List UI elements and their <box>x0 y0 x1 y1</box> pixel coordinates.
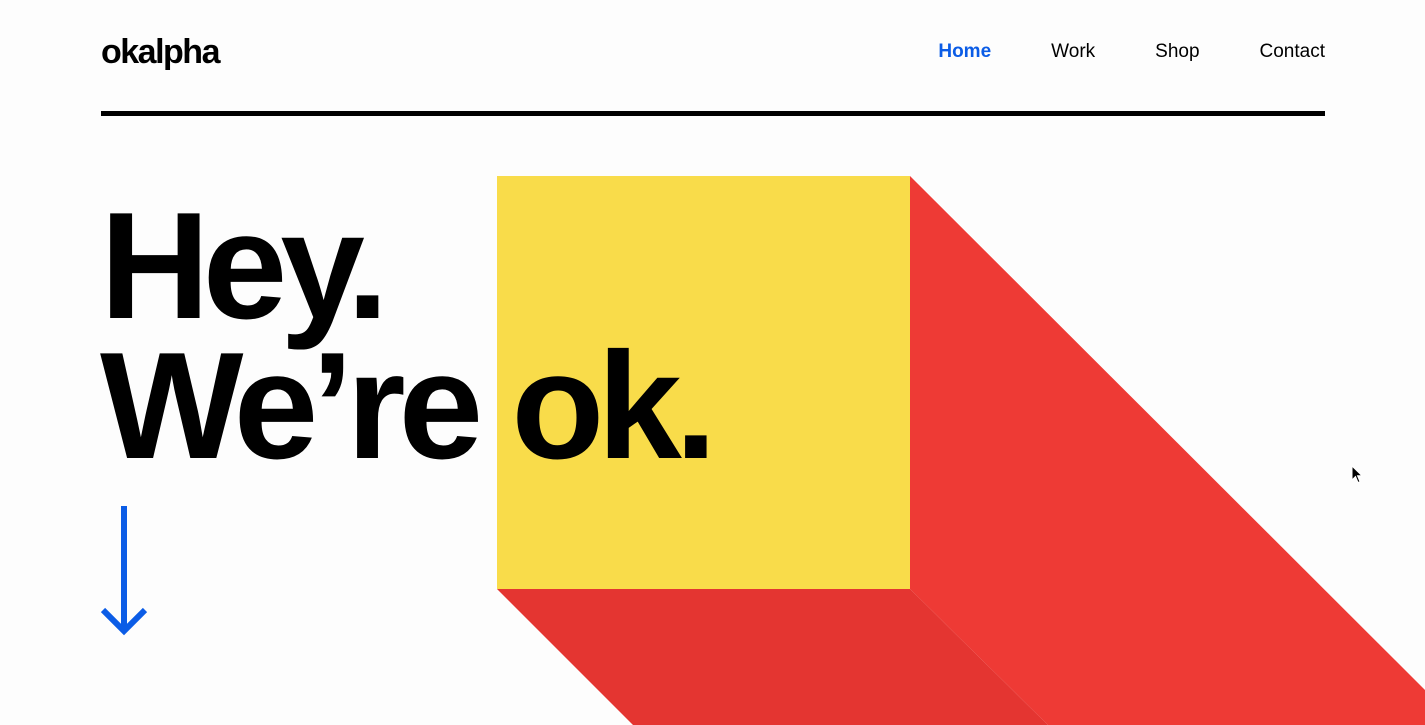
mouse-cursor-icon <box>1351 465 1364 484</box>
hero-line-1: Hey. <box>100 181 389 351</box>
hero-line-2: We’re ok. <box>100 321 717 491</box>
page: okalpha Home Work Shop Contact Hey. We’r… <box>0 0 1425 725</box>
hero-headline: Hey. We’re ok. <box>100 181 717 491</box>
arrow-down-icon[interactable] <box>99 505 149 639</box>
red-shadow-side <box>910 176 1425 725</box>
